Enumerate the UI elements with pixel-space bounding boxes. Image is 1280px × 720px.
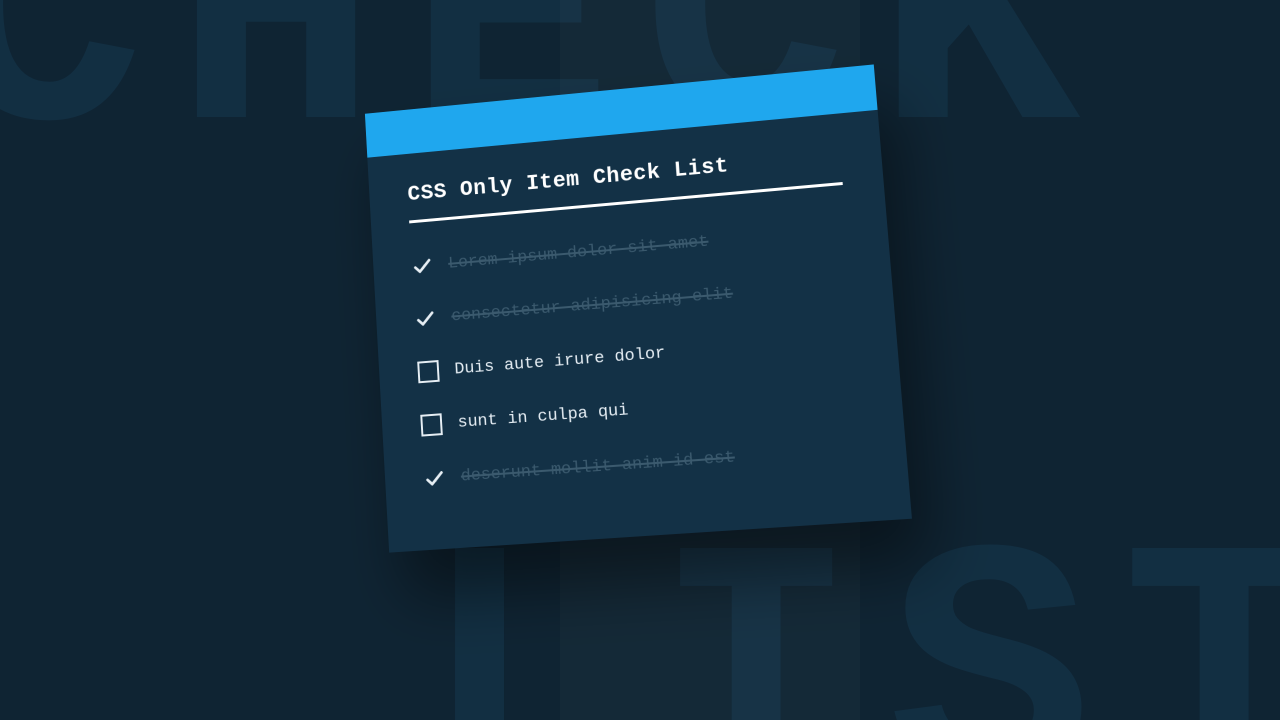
- item-label: deserunt mollit anim id est: [460, 448, 735, 486]
- item-label: consectetur adipisicing elit: [451, 284, 734, 326]
- checkbox-icon[interactable]: [417, 360, 439, 383]
- checkmark-icon[interactable]: [414, 307, 436, 330]
- checkbox-icon[interactable]: [420, 413, 443, 436]
- checklist-card: CSS Only Item Check List Lorem ipsum dol…: [365, 64, 912, 552]
- checkmark-icon[interactable]: [411, 255, 433, 278]
- card-body: CSS Only Item Check List Lorem ipsum dol…: [367, 110, 912, 553]
- item-label: sunt in culpa qui: [457, 401, 629, 433]
- checklist: Lorem ipsum dolor sit amet consectetur a…: [410, 203, 866, 506]
- item-label: Lorem ipsum dolor sit amet: [448, 232, 709, 273]
- checkmark-icon[interactable]: [423, 467, 446, 490]
- stage: CSS Only Item Check List Lorem ipsum dol…: [0, 0, 1280, 720]
- item-label: Duis aute irure dolor: [454, 344, 666, 379]
